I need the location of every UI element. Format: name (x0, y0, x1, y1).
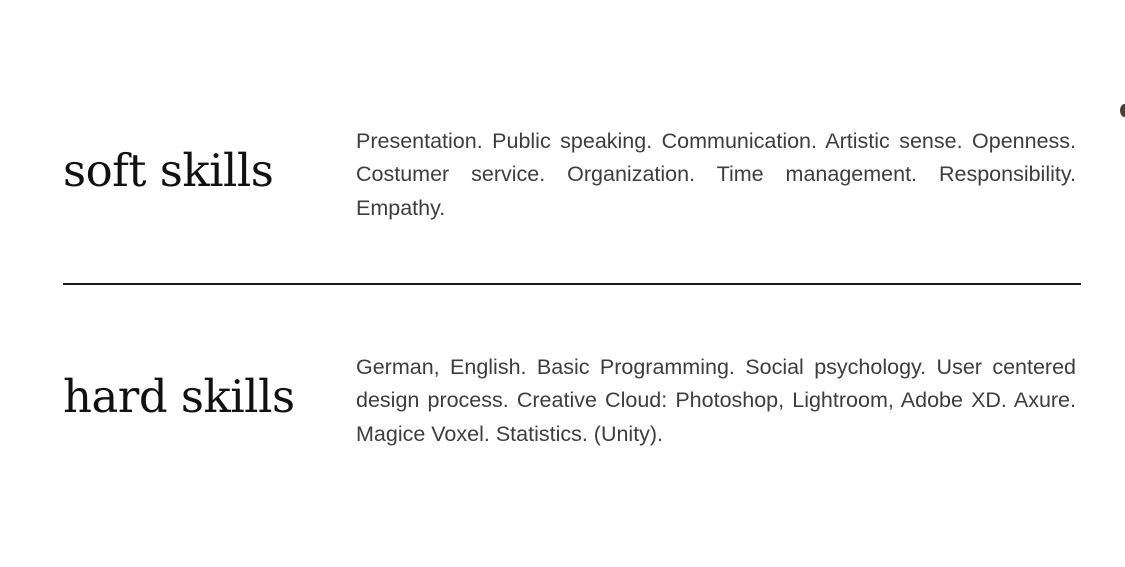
hard-skills-text: German, English. Basic Programming. Soci… (356, 355, 1076, 446)
soft-skills-heading: soft skills (63, 144, 274, 197)
soft-skills-text: Presentation. Public speaking. Communica… (356, 129, 1076, 220)
section-divider (63, 283, 1081, 285)
edge-decoration (1120, 104, 1125, 117)
skills-page: soft skills Presentation. Public speakin… (0, 0, 1125, 567)
hard-skills-heading: hard skills (63, 370, 295, 423)
